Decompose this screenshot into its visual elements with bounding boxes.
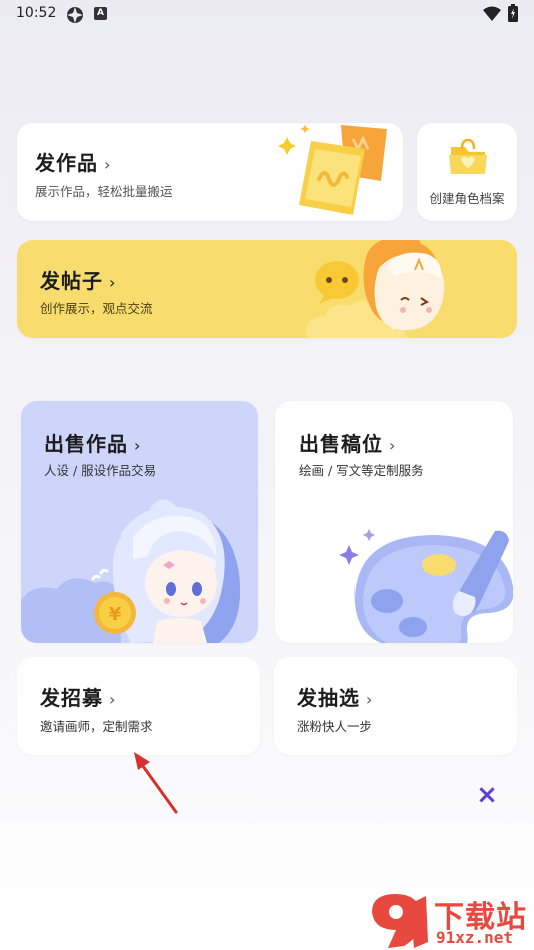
create-character-profile-card[interactable]: 创建角色档案 <box>417 123 517 221</box>
watermark-logo <box>372 894 428 948</box>
chevron-right-icon: › <box>389 436 397 455</box>
artwork-papers-illustration <box>278 125 387 215</box>
sell-work-card[interactable]: 出售作品 › 人设 / 服设作品交易 ¥ <box>21 401 258 643</box>
recruit-subtitle: 邀请画师，定制需求 <box>40 719 153 734</box>
watermark-url: 91xz.net <box>436 928 514 947</box>
create-profile-label: 创建角色档案 <box>429 191 505 206</box>
battery-icon <box>508 4 518 22</box>
chevron-right-icon: › <box>366 690 374 709</box>
annotation-arrow <box>134 752 178 814</box>
chevron-right-icon: › <box>109 273 117 292</box>
chevron-right-icon: › <box>109 690 117 709</box>
lottery-card[interactable]: 发抽选 › 涨粉快人一步 <box>274 657 517 755</box>
palette-illustration <box>339 529 513 643</box>
post-work-subtitle: 展示作品，轻松批量搬运 <box>35 184 173 199</box>
post-thread-subtitle: 创作展示，观点交流 <box>40 301 153 316</box>
sell-work-subtitle: 人设 / 服设作品交易 <box>44 463 157 478</box>
sell-slot-title: 出售稿位 <box>299 432 383 456</box>
status-bar: 10:52 A <box>0 0 534 28</box>
post-work-title: 发作品 <box>35 151 98 175</box>
lottery-subtitle: 涨粉快人一步 <box>297 719 373 734</box>
wifi-icon <box>483 6 501 21</box>
chat-character-illustration <box>306 240 445 338</box>
watermark: 下载站 91xz.net <box>366 890 534 950</box>
sell-work-title: 出售作品 <box>44 432 128 456</box>
post-work-card[interactable]: 发作品 › 展示作品，轻松批量搬运 <box>17 123 403 221</box>
recruit-card[interactable]: 发招募 › 邀请画师，定制需求 <box>17 657 260 755</box>
lottery-title: 发抽选 <box>297 686 360 710</box>
post-thread-card[interactable]: 发帖子 › 创作展示，观点交流 <box>17 240 517 338</box>
svg-text:¥: ¥ <box>109 604 122 625</box>
close-icon: × <box>476 780 498 810</box>
sell-slot-card[interactable]: 出售稿位 › 绘画 / 写文等定制服务 <box>275 401 513 643</box>
close-button[interactable]: × <box>474 781 500 809</box>
post-thread-title: 发帖子 <box>40 269 103 293</box>
character-with-coin-illustration: ¥ <box>21 499 241 643</box>
a-badge-icon: A <box>94 7 107 20</box>
app-notification-icon <box>67 7 83 23</box>
sell-slot-subtitle: 绘画 / 写文等定制服务 <box>299 463 424 478</box>
status-time: 10:52 <box>16 5 57 21</box>
folder-heart-icon <box>449 138 487 174</box>
chevron-right-icon: › <box>134 436 142 455</box>
chevron-right-icon: › <box>104 155 112 174</box>
recruit-title: 发招募 <box>40 686 103 710</box>
